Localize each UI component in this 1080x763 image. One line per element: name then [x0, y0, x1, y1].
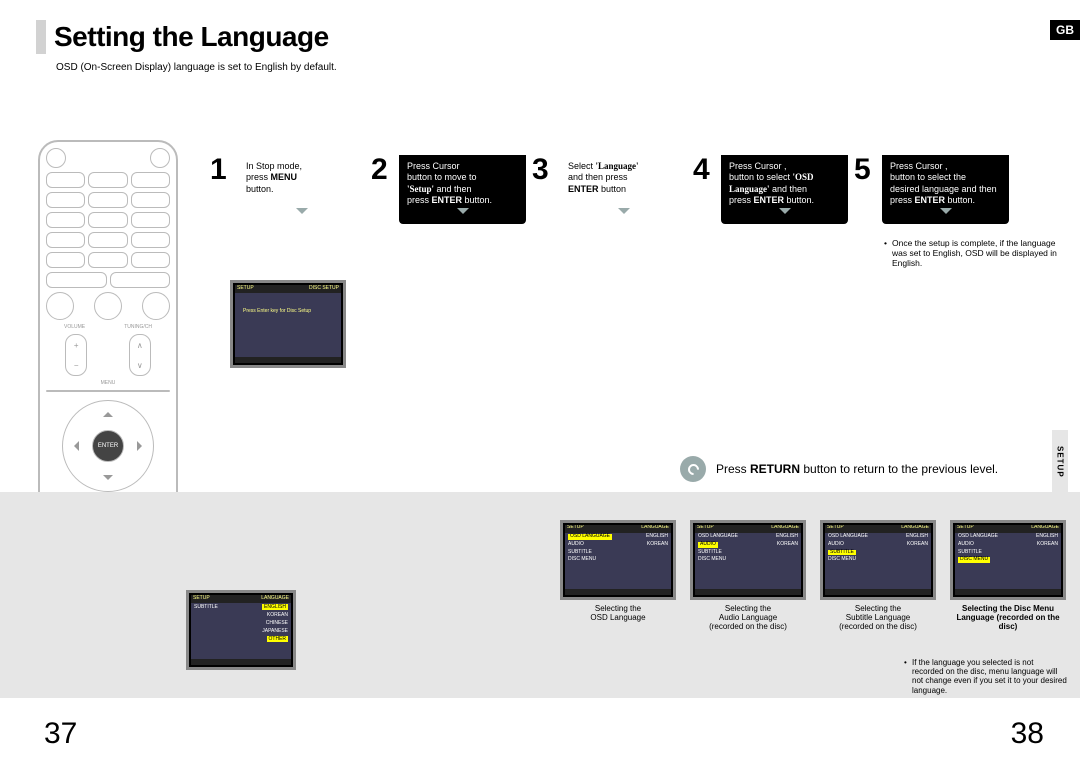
thumb-caption: Language (recorded on the disc) [950, 613, 1066, 631]
thumbnail-footnote: If the language you selected is not reco… [912, 658, 1067, 695]
volume-rocker: +− [65, 334, 87, 376]
step-text: press ENTER button. [729, 195, 814, 205]
page-title: Setting the Language [54, 21, 329, 53]
return-text: Press RETURN button to return to the pre… [716, 462, 998, 476]
page-number-right: 38 [1011, 717, 1044, 751]
thumbnail-subtitle-language: SETUPLANGUAGE OSD LANGUAGEENGLISH AUDIOK… [820, 520, 936, 632]
remote-circle-button [94, 292, 122, 320]
thumbnail-discmenu-language: SETUPLANGUAGE OSD LANGUAGEENGLISH AUDIOK… [950, 520, 1066, 632]
thumb-caption: Audio Language [690, 613, 806, 622]
remote-circle-button [142, 292, 170, 320]
menu-button [46, 390, 170, 392]
thumb-caption: Selecting the [690, 604, 806, 613]
page-number-left: 37 [44, 717, 77, 751]
step-number: 3 [532, 155, 560, 224]
osd-prompt-text: Press Enter key for Disc Setup [235, 293, 341, 331]
thumb-caption: (recorded on the disc) [690, 622, 806, 631]
volume-label: VOLUME [64, 324, 85, 330]
step-text: press MENU [246, 172, 297, 182]
thumb-caption: Selecting the [560, 604, 676, 613]
step-text: button. [246, 184, 274, 194]
step-tabs: 1 In Stop mode, press MENU button. 2 Pre… [210, 155, 1009, 224]
return-instruction: Press RETURN button to return to the pre… [680, 456, 1060, 482]
title-accent-bar [36, 20, 46, 54]
step-number: 5 [854, 155, 882, 224]
tab-notch-icon [618, 208, 630, 220]
language-badge: GB [1050, 20, 1080, 40]
dpad: ENTER [62, 400, 154, 492]
tuning-rocker: ∧∨ [129, 334, 151, 376]
thumb-caption: (recorded on the disc) [820, 622, 936, 631]
step-text: press ENTER button. [890, 195, 975, 205]
step-text: Language' and then [729, 184, 807, 194]
return-icon [680, 456, 706, 482]
step-number: 1 [210, 155, 238, 224]
step-text: 'Setup' and then [407, 184, 472, 194]
thumb-caption: Selecting the [820, 604, 936, 613]
tab-notch-icon [457, 208, 469, 220]
step-text: ENTER button [568, 184, 626, 194]
menu-label: MENU [46, 380, 170, 386]
step-text: button to select the [890, 172, 966, 182]
step-4: 4 Press Cursor , button to select 'OSD L… [693, 155, 848, 224]
step-5: 5 Press Cursor , button to select the de… [854, 155, 1009, 224]
step-text: In Stop mode, [246, 161, 302, 171]
thumbnail-audio-language: SETUPLANGUAGE OSD LANGUAGEENGLISH AUDIOK… [690, 520, 806, 632]
step-1: 1 In Stop mode, press MENU button. [210, 155, 365, 224]
cursor-up-icon [103, 407, 113, 417]
tab-notch-icon [940, 208, 952, 220]
step-2: 2 Press Cursor button to move to 'Setup'… [371, 155, 526, 224]
thumb-caption: OSD Language [560, 613, 676, 622]
cursor-right-icon [137, 441, 147, 451]
thumb-caption: Subtitle Language [820, 613, 936, 622]
tab-notch-icon [296, 208, 308, 220]
cursor-down-icon [103, 475, 113, 485]
thumbnail-osd-language: SETUPLANGUAGE OSD LANGUAGEENGLISH AUDIOK… [560, 520, 676, 632]
step-number: 2 [371, 155, 399, 224]
setup-side-tab: SETUP [1052, 430, 1068, 494]
thumbnail-row: SETUPLANGUAGE OSD LANGUAGEENGLISH AUDIOK… [560, 520, 1066, 632]
cursor-left-icon [69, 441, 79, 451]
osd-screenshot-step1: SETUPDISC SETUP Press Enter key for Disc… [230, 280, 346, 368]
page-subtitle: OSD (On-Screen Display) language is set … [56, 62, 337, 73]
step-text: press ENTER button. [407, 195, 492, 205]
thumb-caption: Selecting the Disc Menu [950, 604, 1066, 613]
tuning-label: TUNING/CH [124, 324, 152, 330]
osd-screenshot-language-menu: SETUPLANGUAGE SUBTITLEENGLISH KOREAN CHI… [186, 590, 296, 670]
step-text: Press Cursor [407, 161, 460, 171]
remote-circle-button [46, 292, 74, 320]
step5-footnote: Once the setup is complete, if the langu… [892, 238, 1067, 269]
step-text: button to move to [407, 172, 477, 182]
step-text: Press Cursor , [890, 161, 948, 171]
step-text: button to select 'OSD [729, 172, 814, 182]
step-text: and then press [568, 172, 628, 182]
step-text: Press Cursor , [729, 161, 787, 171]
page-title-row: Setting the Language [36, 20, 329, 54]
step-3: 3 Select 'Language' and then press ENTER… [532, 155, 687, 224]
tab-notch-icon [779, 208, 791, 220]
step-text: desired language and then [890, 184, 997, 194]
enter-button: ENTER [92, 430, 124, 462]
step-text: Select 'Language' [568, 161, 639, 171]
step-number: 4 [693, 155, 721, 224]
